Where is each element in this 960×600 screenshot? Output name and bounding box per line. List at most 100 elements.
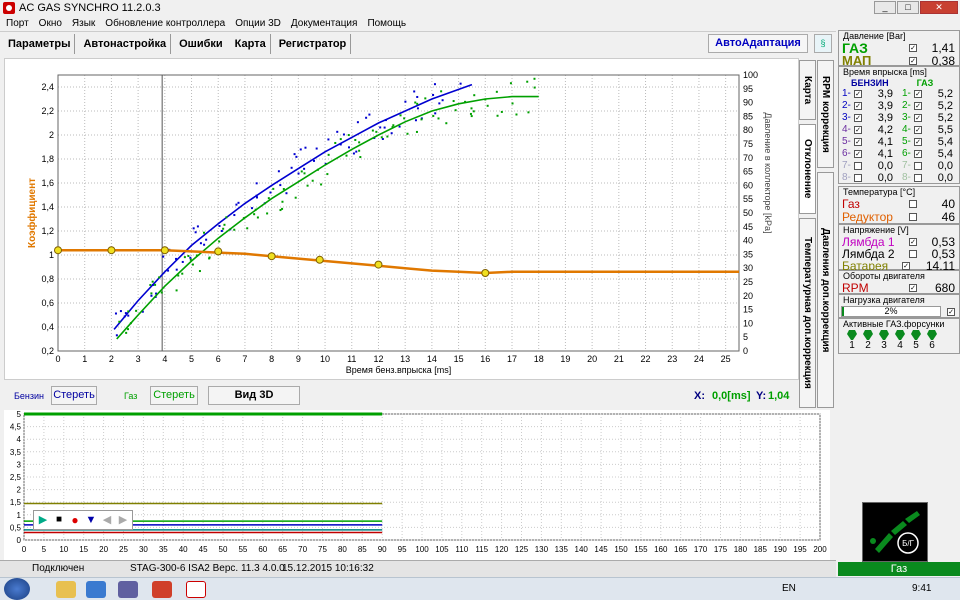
auto-adaptation-button[interactable]: АвтоАдаптация [708, 34, 808, 53]
recorder-y-tick: 5 [17, 410, 22, 419]
injector-number: 8- [842, 172, 851, 183]
save-icon[interactable]: ▼ [84, 513, 98, 527]
scatter-point [154, 283, 157, 286]
gas-synchro-icon[interactable] [186, 581, 206, 598]
record-icon[interactable]: ● [68, 513, 82, 527]
side-tab-rpm-correction[interactable]: RPM коррекция [817, 60, 834, 168]
app-icon[interactable] [118, 581, 138, 598]
injector-checkbox[interactable]: ✓ [854, 150, 862, 158]
injector-checkbox[interactable]: ✓ [914, 138, 922, 146]
browser-icon[interactable] [86, 581, 106, 598]
battery-checkbox[interactable]: ✓ [902, 262, 910, 270]
coefficient-marker [107, 246, 116, 255]
map-pressure-checkbox[interactable]: ✓ [909, 57, 917, 65]
side-tab-temp-correction[interactable]: Температурная доп.коррекция [799, 218, 816, 408]
benzin-clear-button[interactable]: Стереть [51, 386, 97, 405]
lambda1-checkbox[interactable]: ✓ [909, 238, 917, 246]
injector-checkbox[interactable]: ✓ [914, 126, 922, 134]
recorder-chart[interactable]: 5 4,5 4 3,5 3 2,5 2 1,5 1 0,5 00 5 10 15 20 25 30 35 40 45 5… [4, 410, 830, 560]
side-tab-pressure-correction[interactable]: Давления доп.коррекция [817, 172, 834, 408]
map-chart[interactable]: 0 1 2 3 4 5 6 7 8 9 10 11 12 13 14 15 16 17 18 19 20 21 22 23 24… [5, 59, 800, 381]
injector-checkbox[interactable] [914, 174, 922, 182]
y-right-tick-label: 20 [743, 291, 753, 301]
injector-checkbox[interactable]: ✓ [914, 102, 922, 110]
injector-checkbox[interactable] [854, 162, 862, 170]
benzin-injector-1: 1- ✓ 3,9 [839, 88, 899, 100]
injector-checkbox[interactable] [854, 174, 862, 182]
recorder-x-tick: 45 [199, 545, 208, 554]
active-injector-3: 3 [877, 330, 891, 351]
minimize-button[interactable]: _ [874, 1, 896, 14]
scatter-point [414, 119, 417, 122]
start-button[interactable] [4, 578, 30, 600]
menu-port[interactable]: Порт [6, 18, 29, 29]
x-tick-label: 3 [136, 354, 141, 364]
y-right-tick-label: 25 [743, 277, 753, 287]
recorder-x-tick: 30 [139, 545, 148, 554]
recorder-x-tick: 85 [358, 545, 367, 554]
view-3d-button[interactable]: Вид 3D [208, 386, 300, 405]
injector-checkbox[interactable]: ✓ [914, 114, 922, 122]
status-bar: Подключен STAG-300-6 ISA2 Верс. 11.3 4.0… [0, 560, 836, 577]
recorder-x-tick: 105 [435, 545, 449, 554]
rpm-checkbox[interactable]: ✓ [909, 284, 917, 292]
tab-parameters[interactable]: Параметры [4, 34, 76, 54]
injector-time-value: 5,5 [937, 124, 953, 136]
forward-icon[interactable]: ▶ [116, 513, 130, 527]
menu-language[interactable]: Язык [72, 18, 95, 29]
injector-checkbox[interactable]: ✓ [914, 90, 922, 98]
scatter-point [218, 240, 221, 243]
gas-temperature-checkbox[interactable] [909, 200, 917, 208]
menu-documentation[interactable]: Документация [291, 18, 358, 29]
menu-window[interactable]: Окно [39, 18, 62, 29]
injector-icon [863, 330, 873, 340]
x-tick-label: 0 [55, 354, 60, 364]
close-button[interactable]: ✕ [920, 1, 958, 14]
injector-checkbox[interactable]: ✓ [854, 102, 862, 110]
injector-checkbox[interactable]: ✓ [854, 126, 862, 134]
load-checkbox[interactable]: ✓ [947, 308, 955, 316]
injector-number: 6- [902, 148, 911, 159]
back-icon[interactable]: ◀ [100, 513, 114, 527]
side-tab-deviation[interactable]: Отклонение [799, 124, 816, 214]
injector-list: 123456 [839, 330, 959, 351]
stop-icon[interactable]: ■ [52, 513, 66, 527]
play-icon[interactable]: ▶ [36, 513, 50, 527]
y-tick-label: 1,6 [41, 178, 54, 188]
injector-checkbox[interactable] [914, 162, 922, 170]
injector-checkbox[interactable]: ✓ [854, 90, 862, 98]
menu-controller-update[interactable]: Обновление контроллера [105, 18, 225, 29]
tab-map[interactable]: Карта [231, 34, 271, 54]
reducer-temperature-label: Редуктор [842, 210, 893, 224]
gas-pressure-checkbox[interactable]: ✓ [909, 44, 917, 52]
coefficient-marker [315, 255, 324, 264]
tab-recorder[interactable]: Регистратор [275, 34, 352, 54]
tab-errors[interactable]: Ошибки [175, 34, 227, 54]
scatter-point [198, 270, 201, 273]
language-indicator[interactable]: EN [782, 583, 796, 594]
scroll-icon[interactable]: § [814, 34, 832, 53]
maximize-button[interactable]: □ [897, 1, 919, 14]
chrome-icon[interactable] [152, 581, 172, 598]
folder-icon[interactable] [56, 581, 76, 598]
injector-checkbox[interactable]: ✓ [854, 114, 862, 122]
side-tab-map[interactable]: Карта [799, 60, 816, 120]
reducer-temperature-checkbox[interactable] [909, 213, 917, 221]
menu-3d-options[interactable]: Опции 3D [235, 18, 281, 29]
scatter-point [416, 107, 419, 110]
lambda2-checkbox[interactable] [909, 250, 917, 258]
x-tick-label: 16 [480, 354, 490, 364]
y-tick-label: 0,2 [41, 346, 54, 356]
injector-checkbox[interactable]: ✓ [914, 150, 922, 158]
recorder-x-tick: 0 [22, 545, 27, 554]
injector-checkbox[interactable]: ✓ [854, 138, 862, 146]
recorder-x-tick: 195 [793, 545, 807, 554]
menu-help[interactable]: Помощь [367, 18, 406, 29]
fuel-switch[interactable]: Б/Г [862, 502, 928, 562]
injector-number: 5- [842, 136, 851, 147]
benzin-injector-8: 8- 0,0 [839, 172, 899, 184]
scatter-point [303, 172, 306, 175]
tab-autotuning[interactable]: Автонастройка [79, 34, 172, 54]
y-tick-label: 2,2 [41, 106, 54, 116]
gaz-clear-button[interactable]: Стереть [150, 386, 198, 405]
